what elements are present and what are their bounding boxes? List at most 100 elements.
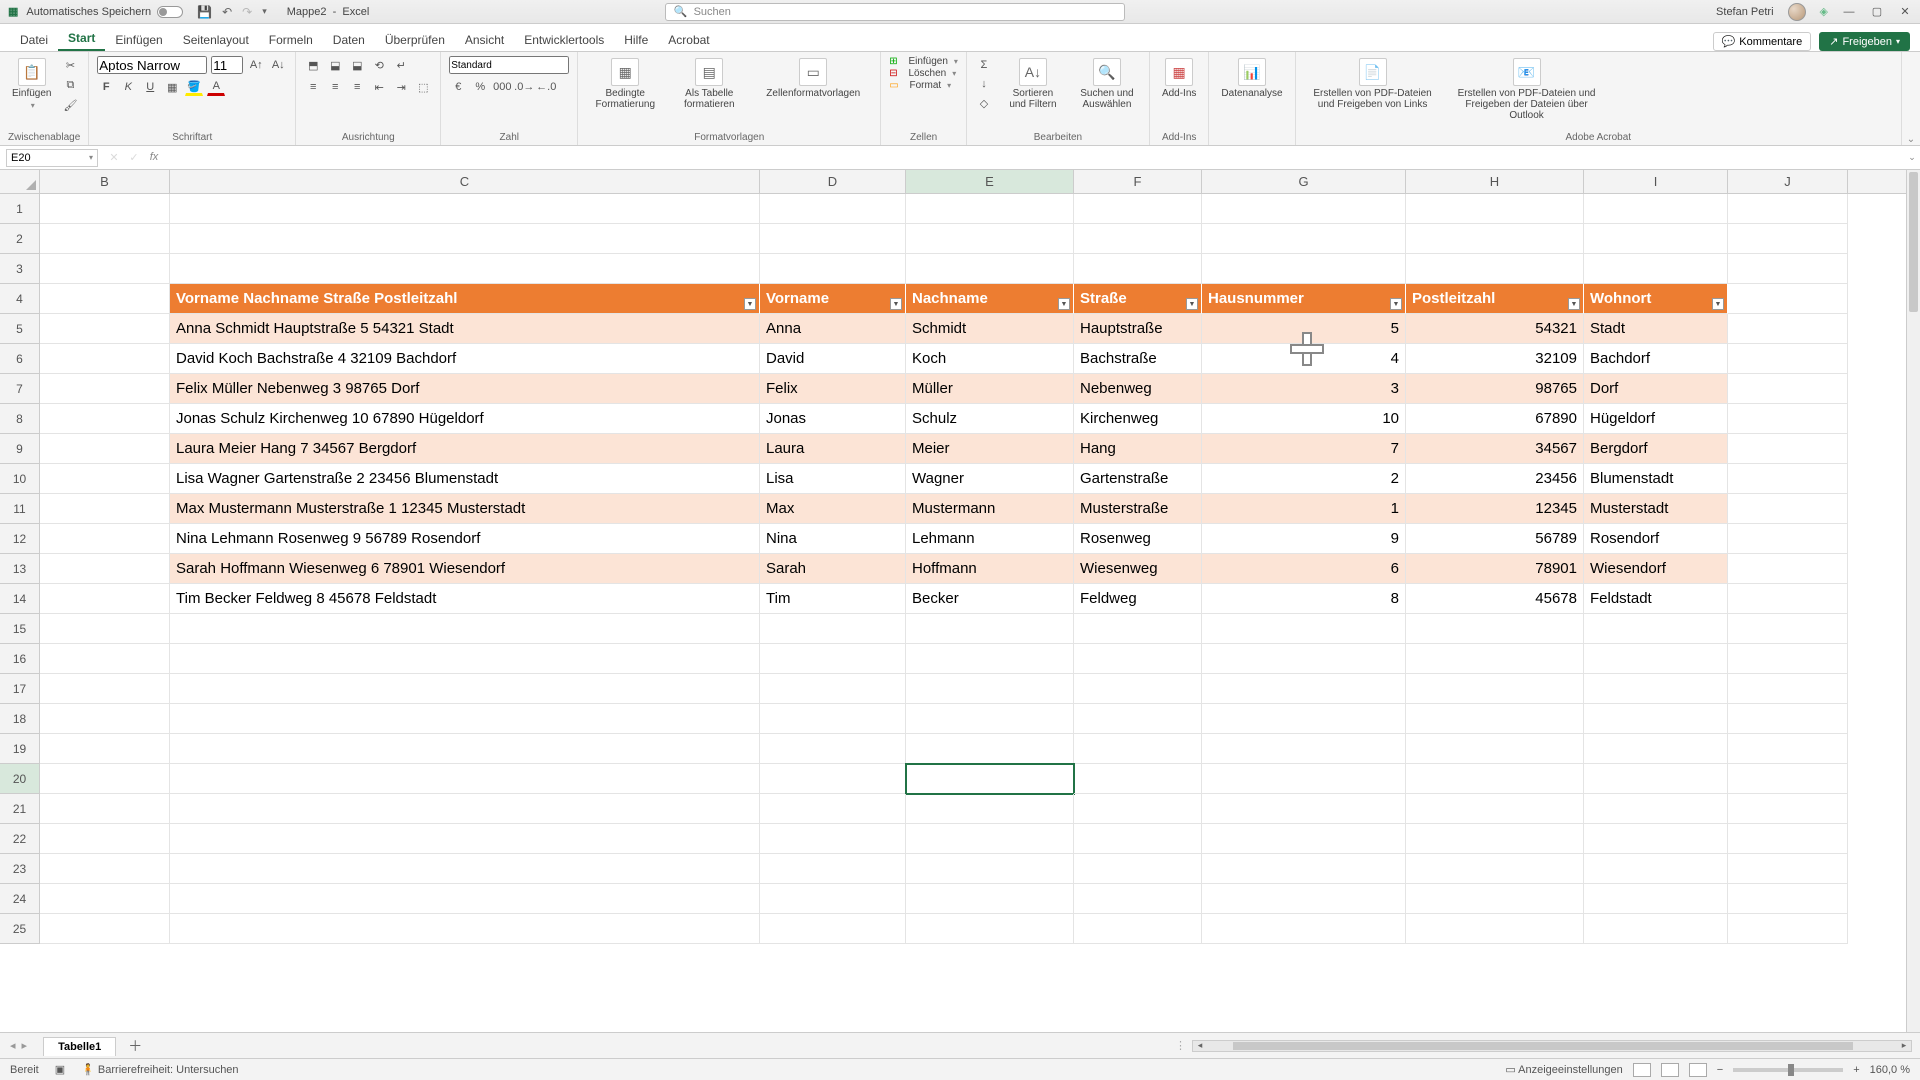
row-header-4[interactable]: 4	[0, 284, 40, 314]
cell-I21[interactable]	[1584, 794, 1728, 824]
cell-C11[interactable]: Max Mustermann Musterstraße 1 12345 Must…	[170, 494, 760, 524]
cell-F8[interactable]: Kirchenweg	[1074, 404, 1202, 434]
cell-B24[interactable]	[40, 884, 170, 914]
scrollbar-thumb[interactable]	[1909, 172, 1918, 312]
share-button[interactable]: ↗Freigeben▾	[1819, 32, 1910, 51]
copy-button[interactable]: ⧉	[61, 76, 79, 94]
row-header-14[interactable]: 14	[0, 584, 40, 614]
row-header-11[interactable]: 11	[0, 494, 40, 524]
cell-E2[interactable]	[906, 224, 1074, 254]
cell-I19[interactable]	[1584, 734, 1728, 764]
fill-color-button[interactable]: 🪣	[185, 78, 203, 96]
insert-cells-button[interactable]: ⊞ Einfügen▾	[889, 56, 958, 67]
number-format-select[interactable]	[449, 56, 569, 74]
cell-B9[interactable]	[40, 434, 170, 464]
align-left-button[interactable]: ≡	[304, 78, 322, 96]
filter-arrow-icon[interactable]: ▼	[744, 298, 756, 310]
cell-H3[interactable]	[1406, 254, 1584, 284]
clear-button[interactable]: ◇	[975, 94, 993, 112]
tab-acrobat[interactable]: Acrobat	[658, 29, 719, 51]
tab-entwicklertools[interactable]: Entwicklertools	[514, 29, 614, 51]
cell-H11[interactable]: 12345	[1406, 494, 1584, 524]
cell-C20[interactable]	[170, 764, 760, 794]
tab-hilfe[interactable]: Hilfe	[614, 29, 658, 51]
cell-G8[interactable]: 10	[1202, 404, 1406, 434]
sheet-nav-next-icon[interactable]: ▸	[22, 1039, 28, 1052]
cell-G2[interactable]	[1202, 224, 1406, 254]
cell-H14[interactable]: 45678	[1406, 584, 1584, 614]
decrease-font-button[interactable]: A↓	[269, 56, 287, 74]
col-header-E[interactable]: E	[906, 170, 1074, 193]
cell-E1[interactable]	[906, 194, 1074, 224]
border-button[interactable]: ▦	[163, 78, 181, 96]
accessibility-status[interactable]: 🧍 Barrierefreiheit: Untersuchen	[81, 1063, 238, 1076]
qat-customize-icon[interactable]: ▾	[262, 6, 267, 17]
cell-C1[interactable]	[170, 194, 760, 224]
cell-D25[interactable]	[760, 914, 906, 944]
cell-C21[interactable]	[170, 794, 760, 824]
cell-D12[interactable]: Nina	[760, 524, 906, 554]
cell-E20[interactable]	[906, 764, 1074, 794]
cell-J2[interactable]	[1728, 224, 1848, 254]
cell-H20[interactable]	[1406, 764, 1584, 794]
cell-H15[interactable]	[1406, 614, 1584, 644]
format-as-table-button[interactable]: ▤Als Tabelle formatieren	[670, 56, 748, 112]
expand-formula-bar-button[interactable]: ⌄	[1904, 152, 1920, 163]
cell-G3[interactable]	[1202, 254, 1406, 284]
cell-F25[interactable]	[1074, 914, 1202, 944]
cell-D6[interactable]: David	[760, 344, 906, 374]
col-header-D[interactable]: D	[760, 170, 906, 193]
cell-E3[interactable]	[906, 254, 1074, 284]
row-header-7[interactable]: 7	[0, 374, 40, 404]
cell-styles-button[interactable]: ▭Zellenformatvorlagen	[754, 56, 872, 101]
tab-seitenlayout[interactable]: Seitenlayout	[173, 29, 259, 51]
zoom-slider[interactable]	[1733, 1068, 1843, 1072]
cell-B21[interactable]	[40, 794, 170, 824]
cell-I2[interactable]	[1584, 224, 1728, 254]
sort-filter-button[interactable]: A↓Sortieren und Filtern	[999, 56, 1067, 112]
cell-G21[interactable]	[1202, 794, 1406, 824]
increase-font-button[interactable]: A↑	[247, 56, 265, 74]
align-center-button[interactable]: ≡	[326, 78, 344, 96]
cell-G4[interactable]: Hausnummer▼	[1202, 284, 1406, 314]
cell-H1[interactable]	[1406, 194, 1584, 224]
zoom-level[interactable]: 160,0 %	[1870, 1064, 1910, 1076]
cell-J16[interactable]	[1728, 644, 1848, 674]
font-color-button[interactable]: A	[207, 78, 225, 96]
cell-H2[interactable]	[1406, 224, 1584, 254]
cell-B14[interactable]	[40, 584, 170, 614]
row-header-3[interactable]: 3	[0, 254, 40, 284]
merge-button[interactable]: ⬚	[414, 78, 432, 96]
split-handle-icon[interactable]: ⋮	[1175, 1039, 1186, 1052]
close-button[interactable]: ✕	[1898, 5, 1912, 19]
cell-H25[interactable]	[1406, 914, 1584, 944]
cell-E16[interactable]	[906, 644, 1074, 674]
decrease-indent-button[interactable]: ⇤	[370, 78, 388, 96]
cell-D9[interactable]: Laura	[760, 434, 906, 464]
cell-E11[interactable]: Mustermann	[906, 494, 1074, 524]
cell-F21[interactable]	[1074, 794, 1202, 824]
cell-I24[interactable]	[1584, 884, 1728, 914]
cell-B6[interactable]	[40, 344, 170, 374]
cell-C12[interactable]: Nina Lehmann Rosenweg 9 56789 Rosendorf	[170, 524, 760, 554]
cell-B25[interactable]	[40, 914, 170, 944]
cell-J18[interactable]	[1728, 704, 1848, 734]
cell-D14[interactable]: Tim	[760, 584, 906, 614]
cell-G20[interactable]	[1202, 764, 1406, 794]
cell-J23[interactable]	[1728, 854, 1848, 884]
cell-F5[interactable]: Hauptstraße	[1074, 314, 1202, 344]
filter-arrow-icon[interactable]: ▼	[1712, 298, 1724, 310]
page-break-view-button[interactable]	[1689, 1063, 1707, 1077]
cell-J15[interactable]	[1728, 614, 1848, 644]
cell-C19[interactable]	[170, 734, 760, 764]
cell-J1[interactable]	[1728, 194, 1848, 224]
cell-J3[interactable]	[1728, 254, 1848, 284]
cell-F9[interactable]: Hang	[1074, 434, 1202, 464]
cell-C23[interactable]	[170, 854, 760, 884]
cell-F2[interactable]	[1074, 224, 1202, 254]
formula-input[interactable]	[164, 149, 1904, 167]
cell-D11[interactable]: Max	[760, 494, 906, 524]
cell-J10[interactable]	[1728, 464, 1848, 494]
row-header-25[interactable]: 25	[0, 914, 40, 944]
cell-G14[interactable]: 8	[1202, 584, 1406, 614]
